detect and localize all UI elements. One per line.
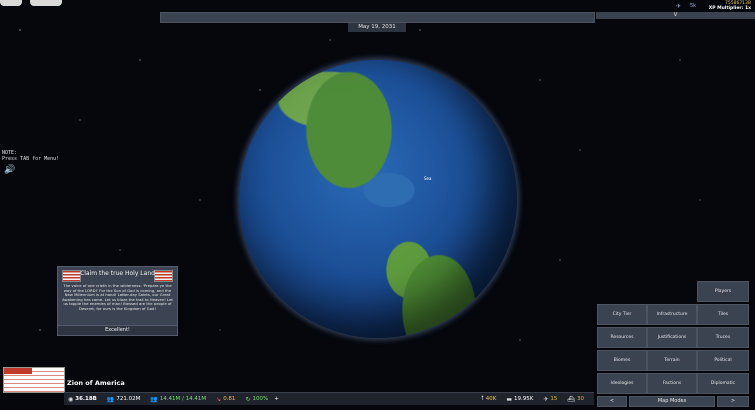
military-value: 19.95K [513, 396, 534, 402]
troops-value: 40K [485, 396, 497, 402]
top-right-stats: 75586713B XP Multiplier: 1x [709, 1, 751, 11]
population-icon: 👥 [106, 395, 115, 403]
money-icon: ◉ [68, 395, 74, 403]
stability-change-icon: ↘ [216, 395, 222, 403]
money-value: 36.18B [75, 396, 97, 402]
stability-icon: ↻ [245, 395, 251, 403]
resource-bar: ◉ 36.18B 👥 721.02M 👥 14.41M / 14.41M ↘ 0.81 … [64, 392, 594, 405]
plane-icon: ✈ [676, 3, 682, 10]
tiles-button[interactable]: Tiles [697, 304, 749, 325]
panel-toggle[interactable]: V [596, 12, 755, 19]
resources-button[interactable]: Resources [597, 327, 647, 348]
event-description: The voice of one crieth in the wildernes… [62, 283, 173, 311]
players-button[interactable]: Players [697, 281, 749, 302]
date-display: May 19, 2031 [348, 23, 406, 32]
manpower-value: 14.41M / 14.41M [159, 396, 207, 402]
ideologies-button[interactable]: Ideologies [597, 373, 647, 394]
tank-icon: ▬ [506, 395, 512, 403]
political-button[interactable]: Political [697, 350, 749, 371]
map-mode-prev-button[interactable]: < [597, 396, 627, 407]
infrastructure-button[interactable]: Infrastructure [647, 304, 697, 325]
map-label: Sea [424, 176, 432, 181]
map-mode-next-button[interactable]: > [717, 396, 749, 407]
chevron-down-icon: V [673, 12, 678, 18]
population-value: 721.02M [116, 396, 141, 402]
event-confirm-button[interactable]: Excellent! [57, 325, 178, 336]
event-title: Claim the true Holy Land [80, 270, 155, 277]
aircraft-value: 15 [550, 396, 558, 402]
ships-value: 30 [577, 396, 584, 402]
diplomatic-button[interactable]: Diplomatic [697, 373, 749, 394]
ship-icon: ⛴ [567, 395, 575, 403]
stability-change-value: 0.81 [223, 396, 236, 402]
menu-note: NOTE: Press TAB for Menu! [2, 150, 60, 162]
top-bar [160, 12, 595, 23]
xp-multiplier: XP Multiplier: 1x [708, 6, 751, 11]
city-tier-button[interactable]: City Tier [597, 304, 647, 325]
back-button[interactable] [30, 0, 62, 6]
biomes-button[interactable]: Biomes [597, 350, 647, 371]
speaker-icon[interactable]: 🔊 [4, 165, 15, 175]
globe-map[interactable] [239, 60, 517, 338]
map-modes-button[interactable]: Map Modes [629, 396, 715, 407]
troops-icon: 🠕 [481, 395, 484, 402]
nation-name: Zion of America [67, 379, 125, 387]
factions-button[interactable]: Factions [647, 373, 697, 394]
menu-button[interactable] [0, 0, 22, 6]
terrain-button[interactable]: Terrain [647, 350, 697, 371]
plane-count: 5k [690, 3, 697, 9]
add-button[interactable]: + [274, 396, 279, 402]
truces-button[interactable]: Truces [697, 327, 749, 348]
stability-value: 100% [252, 396, 269, 402]
nation-flag[interactable] [3, 367, 65, 393]
manpower-icon: 👥 [150, 395, 158, 403]
justifications-button[interactable]: Justifications [647, 327, 697, 348]
aircraft-icon: ✈ [543, 395, 549, 403]
